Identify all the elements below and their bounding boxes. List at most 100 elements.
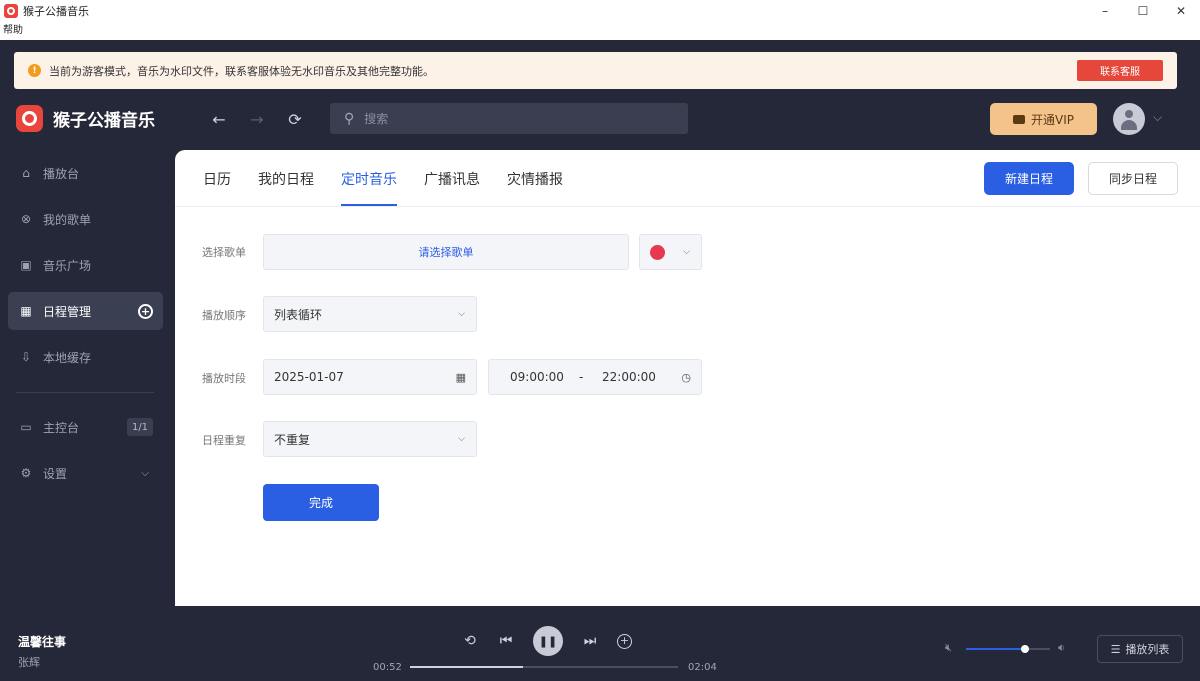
playlist-select[interactable]: 请选择歌单 xyxy=(263,234,629,270)
app-logo-icon xyxy=(4,4,18,18)
sidebar-item-schedule[interactable]: ▦ 日程管理 + xyxy=(8,292,163,330)
add-to-list-icon[interactable]: + xyxy=(617,633,632,649)
monkey-logo-icon xyxy=(16,105,43,132)
playlist-select-value: 请选择歌单 xyxy=(418,246,474,259)
window-titlebar: 猴子公播音乐 – ☐ ✕ xyxy=(0,0,1200,22)
mute-icon[interactable]: 🔇︎ xyxy=(945,641,952,655)
color-picker[interactable]: ⌵ xyxy=(639,234,702,270)
warning-icon: ! xyxy=(28,64,41,77)
song-artist: 张辉 xyxy=(18,656,40,669)
playlist-icon: ⊗ xyxy=(20,212,32,226)
sidebar-item-settings[interactable]: ⚙ 设置 ⌵ xyxy=(8,454,163,492)
search-icon: ⚲ xyxy=(344,110,355,127)
sidebar-item-console[interactable]: ⌂ 播放台 xyxy=(8,154,163,192)
chevron-down-icon: ⌵ xyxy=(683,247,690,257)
new-schedule-button[interactable]: 新建日程 xyxy=(984,162,1074,195)
vip-icon xyxy=(1013,114,1025,124)
calendar-icon: ▦ xyxy=(20,304,32,318)
tab-timed-music[interactable]: 定时音乐 xyxy=(341,169,397,206)
sidebar-item-label: 设置 xyxy=(43,466,68,481)
search-placeholder: 搜索 xyxy=(364,112,389,126)
done-button[interactable]: 完成 xyxy=(263,484,379,521)
date-picker[interactable]: 2025-01-07 ▦ xyxy=(263,359,477,395)
schedule-tabs: 日历 我的日程 定时音乐 广播讯息 灾情播报 xyxy=(203,169,563,206)
sidebar-item-label: 我的歌单 xyxy=(43,212,92,227)
color-swatch xyxy=(650,244,665,260)
repeat-label: 日程重复 xyxy=(202,434,246,447)
tab-broadcast[interactable]: 广播讯息 xyxy=(424,169,480,206)
period-label: 播放时段 xyxy=(202,372,246,385)
time-end: 22:00:00 xyxy=(602,370,656,384)
sidebar-item-label: 日程管理 xyxy=(43,304,92,319)
vip-label: 开通VIP xyxy=(1031,112,1074,127)
current-time: 00:52 xyxy=(373,662,402,673)
download-icon: ⇩ xyxy=(20,350,32,364)
tab-calendar[interactable]: 日历 xyxy=(203,169,231,206)
window-title: 猴子公播音乐 xyxy=(23,5,89,18)
nav-buttons: ← → ⟳ xyxy=(210,108,304,130)
close-button[interactable]: ✕ xyxy=(1162,0,1200,22)
sidebar-item-local-cache[interactable]: ⇩ 本地缓存 xyxy=(8,338,163,376)
tab-my-schedule[interactable]: 我的日程 xyxy=(258,169,314,206)
volume-knob[interactable] xyxy=(1020,645,1029,653)
forward-arrow-icon[interactable]: → xyxy=(248,108,266,130)
repeat-select[interactable]: 不重复 ⌵ xyxy=(263,421,477,457)
volume-slider[interactable] xyxy=(966,645,1050,653)
chevron-down-icon: ⌵ xyxy=(141,467,149,479)
tab-disaster-report[interactable]: 灾情播报 xyxy=(507,169,563,206)
repeat-value: 不重复 xyxy=(274,432,311,447)
menu-help[interactable]: 帮助 xyxy=(3,25,23,36)
sidebar-item-music-square[interactable]: ▣ 音乐广场 xyxy=(8,246,163,284)
song-title: 温馨往事 xyxy=(18,635,67,649)
time-range-picker[interactable]: 09:00:00 - 22:00:00 ◷ xyxy=(488,359,702,395)
sidebar-item-label: 音乐广场 xyxy=(43,258,92,273)
player-bar: 温馨往事 张辉 ⟲ ⏮ ❚❚ ⏭ + 00:52 02:04 🔇︎ 🔉︎ ☰ 播… xyxy=(0,613,1200,681)
sidebar-divider xyxy=(16,392,154,393)
list-icon: ☰ xyxy=(1110,642,1121,656)
date-value: 2025-01-07 xyxy=(274,370,344,384)
pause-button[interactable]: ❚❚ xyxy=(533,626,563,656)
vip-button[interactable]: 开通VIP xyxy=(990,103,1097,135)
clock-icon: ◷ xyxy=(681,370,691,384)
chevron-down-icon[interactable]: ⌵ xyxy=(1153,110,1162,125)
loop-mode-icon[interactable]: ⟲ xyxy=(461,629,479,653)
menubar: 帮助 xyxy=(0,22,1200,40)
progress-bar[interactable] xyxy=(410,666,678,668)
main-panel: 日历 我的日程 定时音乐 广播讯息 灾情播报 新建日程 同步日程 选择歌单 请选… xyxy=(175,150,1200,606)
brand-logo: 猴子公播音乐 xyxy=(16,105,155,132)
volume-icon[interactable]: 🔉︎ xyxy=(1058,641,1065,655)
time-start: 09:00:00 xyxy=(510,370,564,384)
brand-name: 猴子公播音乐 xyxy=(53,111,155,131)
sidebar-item-label: 主控台 xyxy=(43,420,80,435)
next-track-icon[interactable]: ⏭ xyxy=(581,629,599,653)
gear-icon: ⚙ xyxy=(20,466,32,480)
sidebar-item-my-playlists[interactable]: ⊗ 我的歌单 xyxy=(8,200,163,238)
sidebar-item-main-console[interactable]: ▭ 主控台 1/1 xyxy=(8,408,163,446)
contact-support-button[interactable]: 联系客服 xyxy=(1077,60,1163,81)
notice-text: 当前为游客模式，音乐为水印文件，联系客服体验无水印音乐及其他完整功能。 xyxy=(49,64,434,78)
chevron-down-icon: ⌵ xyxy=(458,309,465,319)
sync-schedule-button[interactable]: 同步日程 xyxy=(1088,162,1178,195)
previous-track-icon[interactable]: ⏮ xyxy=(497,629,515,653)
tab-divider xyxy=(175,206,1200,207)
playlist-label: 选择歌单 xyxy=(202,246,246,259)
play-order-value: 列表循环 xyxy=(274,307,323,322)
back-arrow-icon[interactable]: ← xyxy=(210,108,228,130)
search-input[interactable]: ⚲ 搜索 xyxy=(330,103,688,134)
avatar[interactable] xyxy=(1113,103,1145,135)
add-schedule-icon[interactable]: + xyxy=(138,303,153,319)
play-order-select[interactable]: 列表循环 ⌵ xyxy=(263,296,477,332)
refresh-icon[interactable]: ⟳ xyxy=(286,108,304,130)
sidebar-item-label: 本地缓存 xyxy=(43,350,92,365)
chevron-down-icon: ⌵ xyxy=(458,434,465,444)
order-label: 播放顺序 xyxy=(202,309,246,322)
calendar-icon: ▦ xyxy=(455,370,466,384)
sidebar-item-label: 播放台 xyxy=(43,166,80,181)
progress-fill xyxy=(410,666,523,668)
volume-fill xyxy=(966,645,1029,653)
maximize-button[interactable]: ☐ xyxy=(1124,0,1162,22)
total-time: 02:04 xyxy=(688,662,717,673)
home-icon: ⌂ xyxy=(22,166,30,180)
minimize-button[interactable]: – xyxy=(1086,0,1124,22)
playlist-button[interactable]: ☰ 播放列表 xyxy=(1097,635,1183,663)
